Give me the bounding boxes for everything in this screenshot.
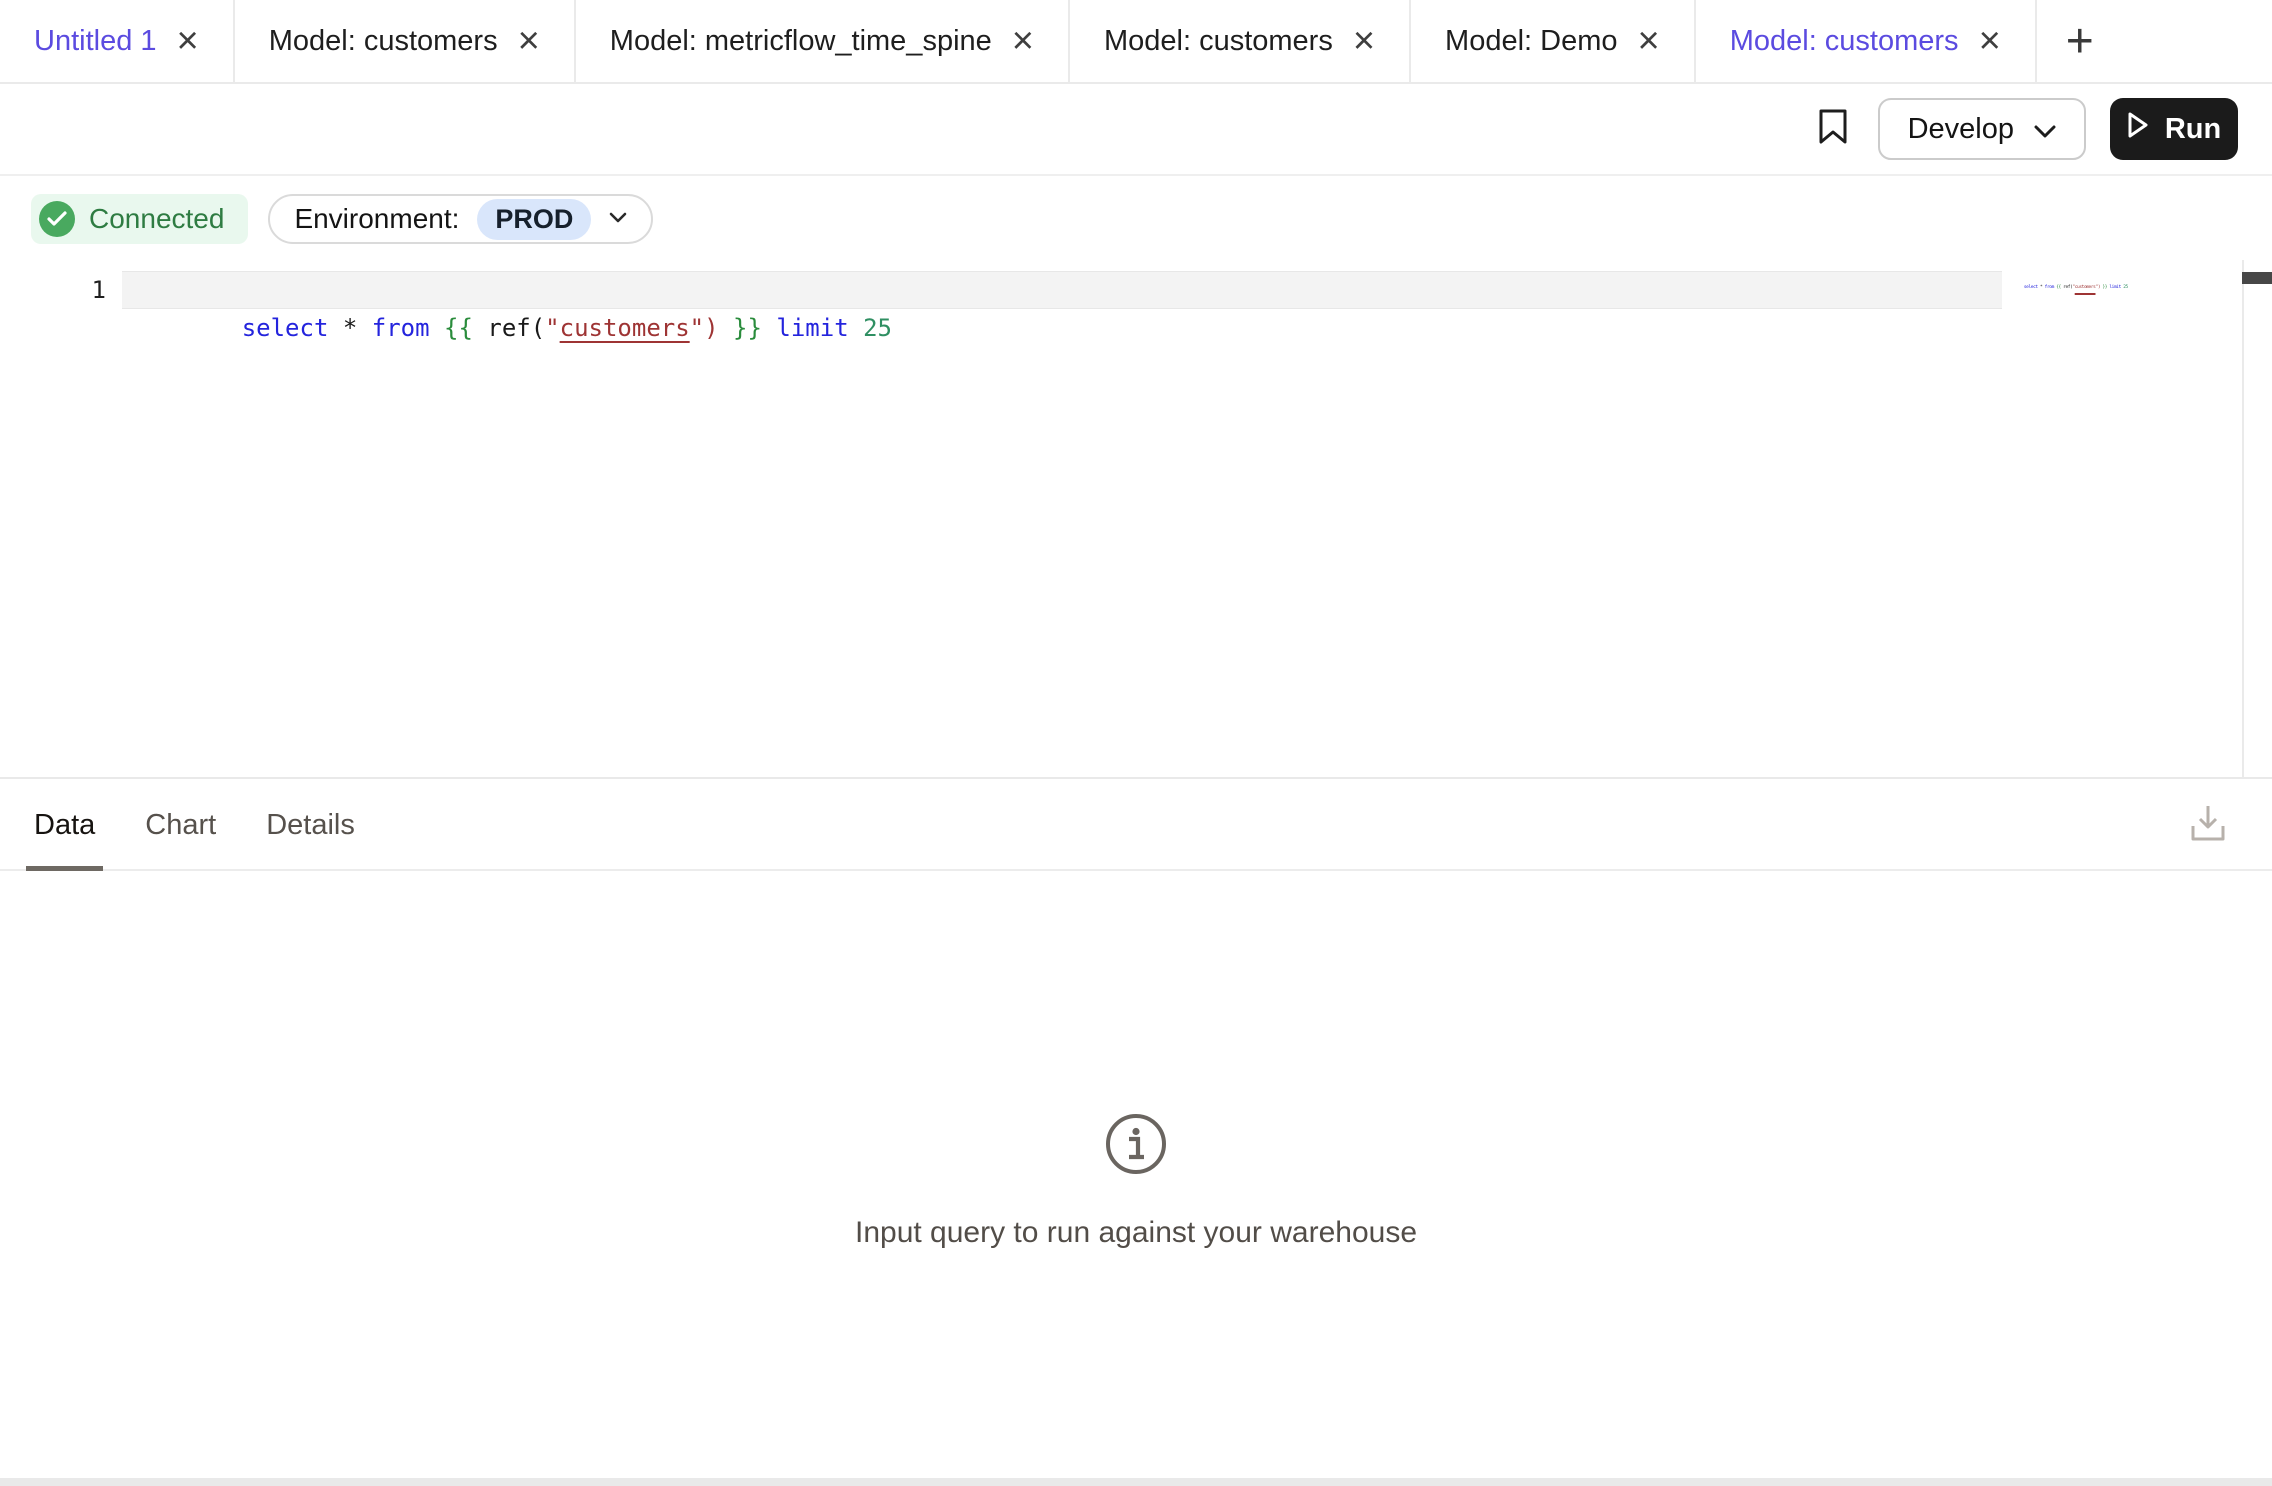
editor-tab[interactable]: Model: customers × [235,0,576,82]
results-tab[interactable]: Data [30,781,99,869]
minimap-token: limit [2109,285,2121,290]
results-tab-label: Data [34,809,95,842]
code-token [762,314,776,342]
environment-value-badge: PROD [477,199,591,240]
editor-tabbar: Untitled 1 × Model: customers × Model: m… [0,0,2272,84]
horizontal-scrollbar-track[interactable] [0,1478,2272,1486]
results-tab[interactable]: Details [262,781,359,869]
download-icon [2188,802,2228,849]
connected-badge: Connected [31,194,248,244]
editor-tab[interactable]: Model: customers × [1070,0,1411,82]
chevron-down-icon [2034,113,2056,146]
download-results-button[interactable] [2184,801,2232,849]
check-circle-icon [39,201,75,237]
minimap-token: from [2045,285,2054,290]
results-tab-label: Chart [145,809,216,842]
sql-editor[interactable]: 1 select * from {{ ref("customers") }} l… [0,260,2272,779]
code-token: ref( [473,314,545,342]
code-token: }} [733,314,762,342]
run-button[interactable]: Run [2110,98,2238,160]
code-token: limit [776,314,848,342]
tab-close-icon[interactable]: × [1012,22,1034,60]
empty-results-message: Input query to run against your warehous… [0,1216,2272,1250]
tab-label: Model: customers [1104,25,1333,58]
tab-label: Model: metricflow_time_spine [610,25,992,58]
bookmark-button[interactable] [1810,106,1856,152]
code-token: 25 [863,314,892,342]
status-row: Connected Environment: PROD [0,178,2272,260]
minimap-token: select [2024,285,2038,290]
environment-label: Environment: [294,203,459,235]
empty-results-state: Input query to run against your warehous… [0,1111,2272,1250]
minimap-token: * [2038,285,2045,290]
chevron-down-icon [609,210,627,228]
editor-tab[interactable]: Model: metricflow_time_spine × [576,0,1070,82]
develop-dropdown-button[interactable]: Develop [1878,98,2086,160]
tab-close-icon[interactable]: × [1353,22,1375,60]
minimap-token: ref( [2061,285,2073,290]
minimap-code-preview: select * from {{ ref("customers") }} lim… [2010,270,2128,282]
connected-label: Connected [89,203,224,235]
play-icon [2127,112,2149,146]
info-icon [1103,1111,1169,1182]
code-token: * [328,314,371,342]
minimap-token: 25 [2123,285,2128,290]
line-number: 1 [58,271,106,309]
minimap-token: customers [2075,285,2096,290]
tab-label: Untitled 1 [34,25,157,58]
code-token: from [372,314,430,342]
code-token: ) [704,314,718,342]
editor-tab[interactable]: Model: Demo × [1411,0,1696,82]
editor-tab[interactable]: Untitled 1 × [0,0,235,82]
tab-close-icon[interactable]: × [1979,22,2001,60]
tab-close-icon[interactable]: × [177,22,199,60]
tab-close-icon[interactable]: × [1638,22,1660,60]
editor-scrollbar-rail[interactable] [2242,260,2272,777]
tab-close-icon[interactable]: × [518,22,540,60]
results-panel: Data Chart Details [0,781,2272,1479]
environment-selector[interactable]: Environment: PROD [268,194,653,244]
code-line[interactable]: select * from {{ ref("customers") }} lim… [155,271,892,309]
toolbar: Develop Run [0,84,2272,176]
code-token: " [690,314,704,342]
tab-label: Model: customers [1730,25,1959,58]
results-tab-label: Details [266,809,355,842]
ide-window: Untitled 1 × Model: customers × Model: m… [0,0,2272,1486]
results-tabbar: Data Chart Details [0,781,2272,871]
results-tab[interactable]: Chart [141,781,220,869]
code-token: " [545,314,559,342]
tab-label: Model: Demo [1445,25,1617,58]
develop-label: Develop [1908,113,2014,146]
editor-scrollbar-thumb[interactable] [2242,272,2272,284]
code-token [430,314,444,342]
code-token: select [242,314,329,342]
code-token: {{ [444,314,473,342]
code-token [719,314,733,342]
new-tab-button[interactable]: + [2037,0,2123,82]
code-token [849,314,863,342]
code-token: customers [560,314,690,342]
tab-label: Model: customers [269,25,498,58]
run-label: Run [2165,113,2221,146]
editor-tab[interactable]: Model: customers × [1696,0,2037,82]
bookmark-icon [1819,109,1847,150]
